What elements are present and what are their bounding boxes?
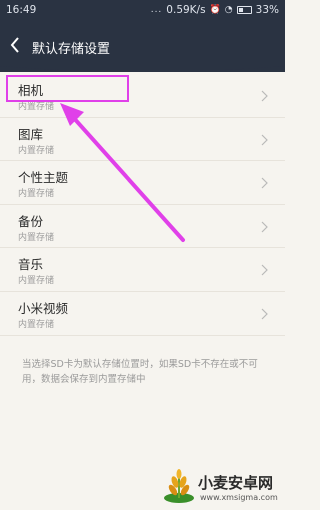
- watermark-title: 小麦安卓网: [198, 474, 274, 492]
- item-subtitle: 内置存储: [18, 232, 55, 243]
- wifi-icon: ◔: [224, 5, 233, 15]
- storage-item-gallery[interactable]: 图库 内置存储: [0, 118, 285, 162]
- storage-footnote: 当选择SD卡为默认存储位置时，如果SD卡不存在或不可用，数据会保存到内置存储中: [22, 359, 258, 385]
- status-time: 16:49: [6, 4, 37, 16]
- item-subtitle: 内置存储: [18, 319, 55, 330]
- page-title: 默认存储设置: [32, 42, 111, 57]
- notification-dots: ...: [150, 5, 163, 15]
- annotation-highlight-box: [6, 75, 129, 102]
- item-subtitle: 内置存储: [18, 189, 55, 200]
- wheat-icon: [164, 469, 194, 503]
- item-label: 图库: [18, 126, 44, 142]
- item-label: 音乐: [18, 257, 44, 273]
- storage-list: 相机 内置存储 图库 内置存储 个性主题 内置存储 备份 内置存储 音乐 内置存…: [0, 74, 285, 336]
- chevron-right-icon: [261, 177, 268, 189]
- item-subtitle: 内置存储: [18, 145, 55, 156]
- watermark-logo: 小麦安卓网 www.xmsigma.com: [160, 468, 280, 506]
- item-subtitle: 内置存储: [18, 276, 55, 287]
- status-bar: 16:49 ... 0.59K/s ⏰ ◔ 33%: [0, 0, 285, 22]
- chevron-right-icon: [261, 221, 268, 233]
- item-label: 个性主题: [18, 170, 69, 186]
- storage-item-backup[interactable]: 备份 内置存储: [0, 205, 285, 249]
- chevron-right-icon: [261, 90, 268, 102]
- battery-percent: 33%: [255, 4, 279, 16]
- item-label: 小米视频: [18, 300, 69, 316]
- chevron-right-icon: [261, 308, 268, 320]
- alarm-icon: ⏰: [209, 5, 221, 15]
- network-speed: 0.59K/s: [166, 4, 206, 16]
- chevron-right-icon: [261, 264, 268, 276]
- watermark-url: www.xmsigma.com: [200, 493, 278, 502]
- storage-item-themes[interactable]: 个性主题 内置存储: [0, 161, 285, 205]
- status-right-group: ... 0.59K/s ⏰ ◔ 33%: [151, 4, 279, 16]
- storage-item-mi-video[interactable]: 小米视频 内置存储: [0, 292, 285, 336]
- back-arrow-icon[interactable]: [10, 36, 20, 54]
- item-label: 备份: [18, 213, 44, 229]
- header-curve: [0, 56, 285, 72]
- chevron-right-icon: [261, 134, 268, 146]
- battery-icon: [236, 6, 252, 14]
- storage-item-music[interactable]: 音乐 内置存储: [0, 248, 285, 292]
